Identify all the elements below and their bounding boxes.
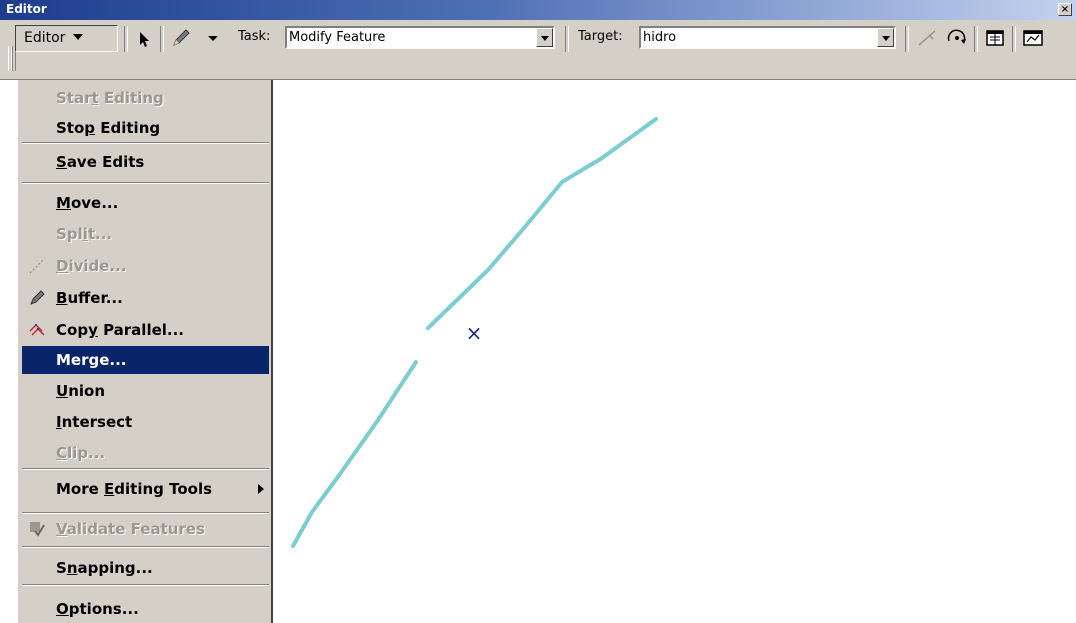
menu-item-clip[interactable]: Clip... bbox=[22, 439, 269, 467]
menu-item-label: More Editing Tools bbox=[56, 480, 213, 498]
target-value: hidro bbox=[643, 30, 677, 45]
menu-item-union[interactable]: Union bbox=[22, 377, 269, 405]
target-dropdown[interactable]: hidro bbox=[639, 26, 896, 49]
menu-separator bbox=[22, 142, 269, 144]
toolbar-separator bbox=[1012, 26, 1016, 52]
menu-separator bbox=[22, 512, 269, 514]
dropdown-arrow-icon[interactable] bbox=[206, 27, 220, 49]
menu-item-divide[interactable]: Divide... bbox=[22, 252, 269, 280]
menu-item-start-editing[interactable]: Start Editing bbox=[22, 84, 269, 112]
task-value: Modify Feature bbox=[289, 30, 386, 45]
window-title: Editor bbox=[6, 2, 47, 16]
menu-item-label: Save Edits bbox=[56, 153, 145, 171]
target-dropdown-arrow-icon[interactable] bbox=[877, 28, 894, 47]
rotate-tool-icon[interactable] bbox=[944, 27, 970, 49]
copy-parallel-icon bbox=[29, 324, 45, 336]
toolbar-separator bbox=[124, 26, 128, 52]
menu-item-label: Snapping... bbox=[56, 559, 153, 577]
menu-item-label: Buffer... bbox=[56, 289, 123, 307]
task-label: Task: bbox=[238, 29, 271, 44]
editor-dropdown-menu: Start Editing Stop Editing Save Edits Move.… bbox=[17, 80, 273, 623]
split-tool-icon[interactable] bbox=[915, 27, 939, 49]
menu-item-label: Start Editing bbox=[56, 89, 164, 107]
sketch-properties-icon[interactable] bbox=[1020, 27, 1046, 49]
menu-item-split[interactable]: Split... bbox=[22, 220, 269, 248]
menu-item-more-editing-tools[interactable]: More Editing Tools bbox=[22, 475, 269, 503]
sketch-pencil-icon[interactable] bbox=[170, 27, 196, 49]
menu-item-label: Merge... bbox=[56, 351, 127, 369]
menu-item-move[interactable]: Move... bbox=[22, 189, 269, 217]
close-icon: × bbox=[1060, 4, 1070, 15]
toolbar-separator bbox=[160, 26, 164, 52]
hydro-line-feature-upper[interactable] bbox=[426, 117, 658, 330]
chevron-down-icon bbox=[73, 34, 84, 40]
menu-item-label: Intersect bbox=[56, 413, 133, 431]
menu-item-label: Divide... bbox=[56, 257, 127, 275]
toolbar-separator bbox=[974, 26, 978, 52]
menu-item-label: Validate Features bbox=[56, 520, 205, 538]
task-dropdown-arrow-icon[interactable] bbox=[536, 28, 553, 47]
menu-item-label: Clip... bbox=[56, 444, 106, 462]
menu-item-merge[interactable]: Merge... bbox=[22, 346, 269, 374]
cursor-cross-icon: × bbox=[466, 321, 483, 345]
menu-item-label: Union bbox=[56, 382, 105, 400]
menu-item-label: Stop Editing bbox=[56, 119, 161, 137]
menu-item-validate-features[interactable]: Validate Features bbox=[22, 515, 269, 543]
hydro-line-feature-lower[interactable] bbox=[291, 360, 418, 548]
menu-separator bbox=[22, 584, 269, 586]
buffer-pencil-icon bbox=[30, 290, 45, 305]
menu-separator bbox=[22, 546, 269, 548]
menu-item-copy-parallel[interactable]: Copy Parallel... bbox=[22, 316, 269, 344]
close-button[interactable]: × bbox=[1058, 3, 1072, 16]
menu-item-label: Split... bbox=[56, 225, 113, 243]
toolbar-separator bbox=[905, 26, 909, 52]
validate-features-icon bbox=[30, 522, 45, 537]
menu-item-label: Options... bbox=[56, 600, 139, 618]
menu-separator bbox=[22, 182, 269, 184]
menu-item-stop-editing[interactable]: Stop Editing bbox=[22, 114, 269, 142]
task-dropdown[interactable]: Modify Feature bbox=[285, 26, 555, 49]
submenu-arrow-icon bbox=[258, 484, 264, 494]
attributes-icon[interactable] bbox=[983, 27, 1007, 49]
menu-item-label: Copy Parallel... bbox=[56, 321, 184, 339]
divide-icon bbox=[29, 258, 45, 274]
menu-item-options[interactable]: Options... bbox=[22, 595, 269, 623]
editor-menu-label: Editor bbox=[24, 30, 66, 46]
menu-item-save-edits[interactable]: Save Edits bbox=[22, 148, 269, 176]
menu-item-intersect[interactable]: Intersect bbox=[22, 408, 269, 436]
edit-tool-arrow-icon[interactable] bbox=[134, 27, 154, 49]
menu-item-snapping[interactable]: Snapping... bbox=[22, 554, 269, 582]
window-title-bar[interactable]: Editor × bbox=[0, 0, 1076, 20]
menu-item-label: Move... bbox=[56, 194, 119, 212]
editor-menu-button[interactable]: Editor bbox=[15, 25, 118, 52]
toolbar-separator bbox=[565, 26, 569, 52]
menu-separator bbox=[22, 468, 269, 470]
menu-item-buffer[interactable]: Buffer... bbox=[22, 284, 269, 312]
target-label: Target: bbox=[578, 29, 623, 44]
